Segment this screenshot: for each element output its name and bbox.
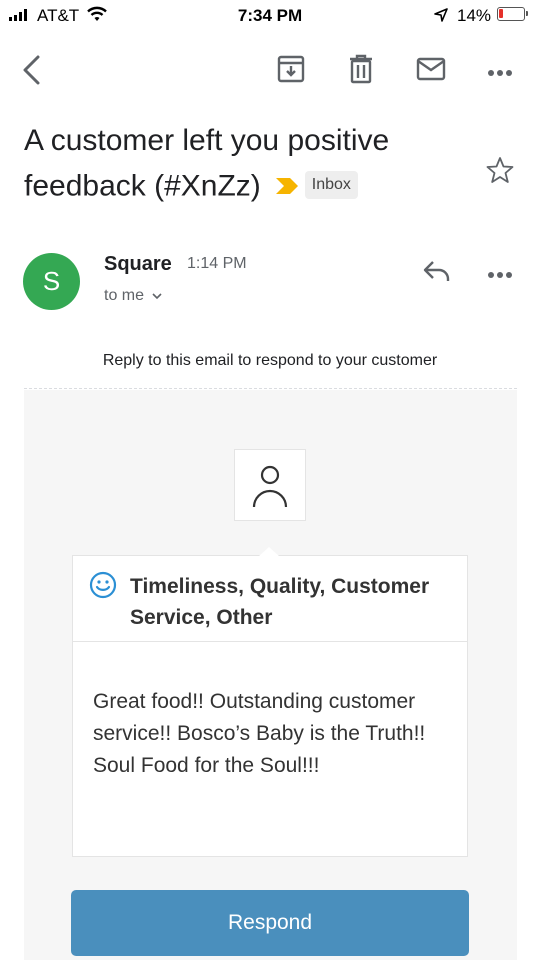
battery-percent: 14%	[457, 6, 492, 25]
sent-time: 1:14 PM	[187, 255, 247, 272]
recipient-label: to me	[104, 287, 145, 304]
recipient-toggle[interactable]: to me	[104, 287, 163, 305]
status-bar: AT&T 7:34 PM 14%	[0, 0, 540, 34]
feedback-tags: Timeliness, Quality, Customer Service, O…	[130, 575, 430, 629]
sender-avatar[interactable]: S	[23, 253, 80, 310]
inbox-label-chip[interactable]: Inbox	[304, 170, 358, 199]
reply-icon[interactable]	[423, 259, 451, 288]
email-subject: A customer left you positive feedback (#…	[24, 118, 454, 212]
archive-icon[interactable]	[277, 55, 305, 88]
important-marker-icon[interactable]	[275, 163, 299, 208]
divider	[24, 388, 517, 389]
trash-icon[interactable]	[348, 54, 374, 89]
chevron-down-icon	[152, 287, 163, 304]
sender-name[interactable]: Square	[104, 253, 172, 276]
more-icon[interactable]	[487, 64, 513, 82]
user-icon	[252, 465, 288, 508]
location-arrow-icon	[434, 7, 448, 27]
respond-button[interactable]: Respond	[71, 890, 469, 956]
mark-unread-icon[interactable]	[416, 57, 446, 86]
feedback-text: Great food!! Outstanding customer servic…	[93, 690, 426, 777]
smiley-icon	[88, 570, 118, 605]
customer-avatar	[234, 449, 306, 521]
reply-note: Reply to this email to respond to your c…	[102, 352, 438, 369]
star-icon[interactable]	[486, 156, 514, 189]
back-arrow-icon[interactable]	[20, 55, 44, 90]
battery-icon	[497, 7, 528, 21]
message-more-icon[interactable]	[487, 266, 513, 284]
